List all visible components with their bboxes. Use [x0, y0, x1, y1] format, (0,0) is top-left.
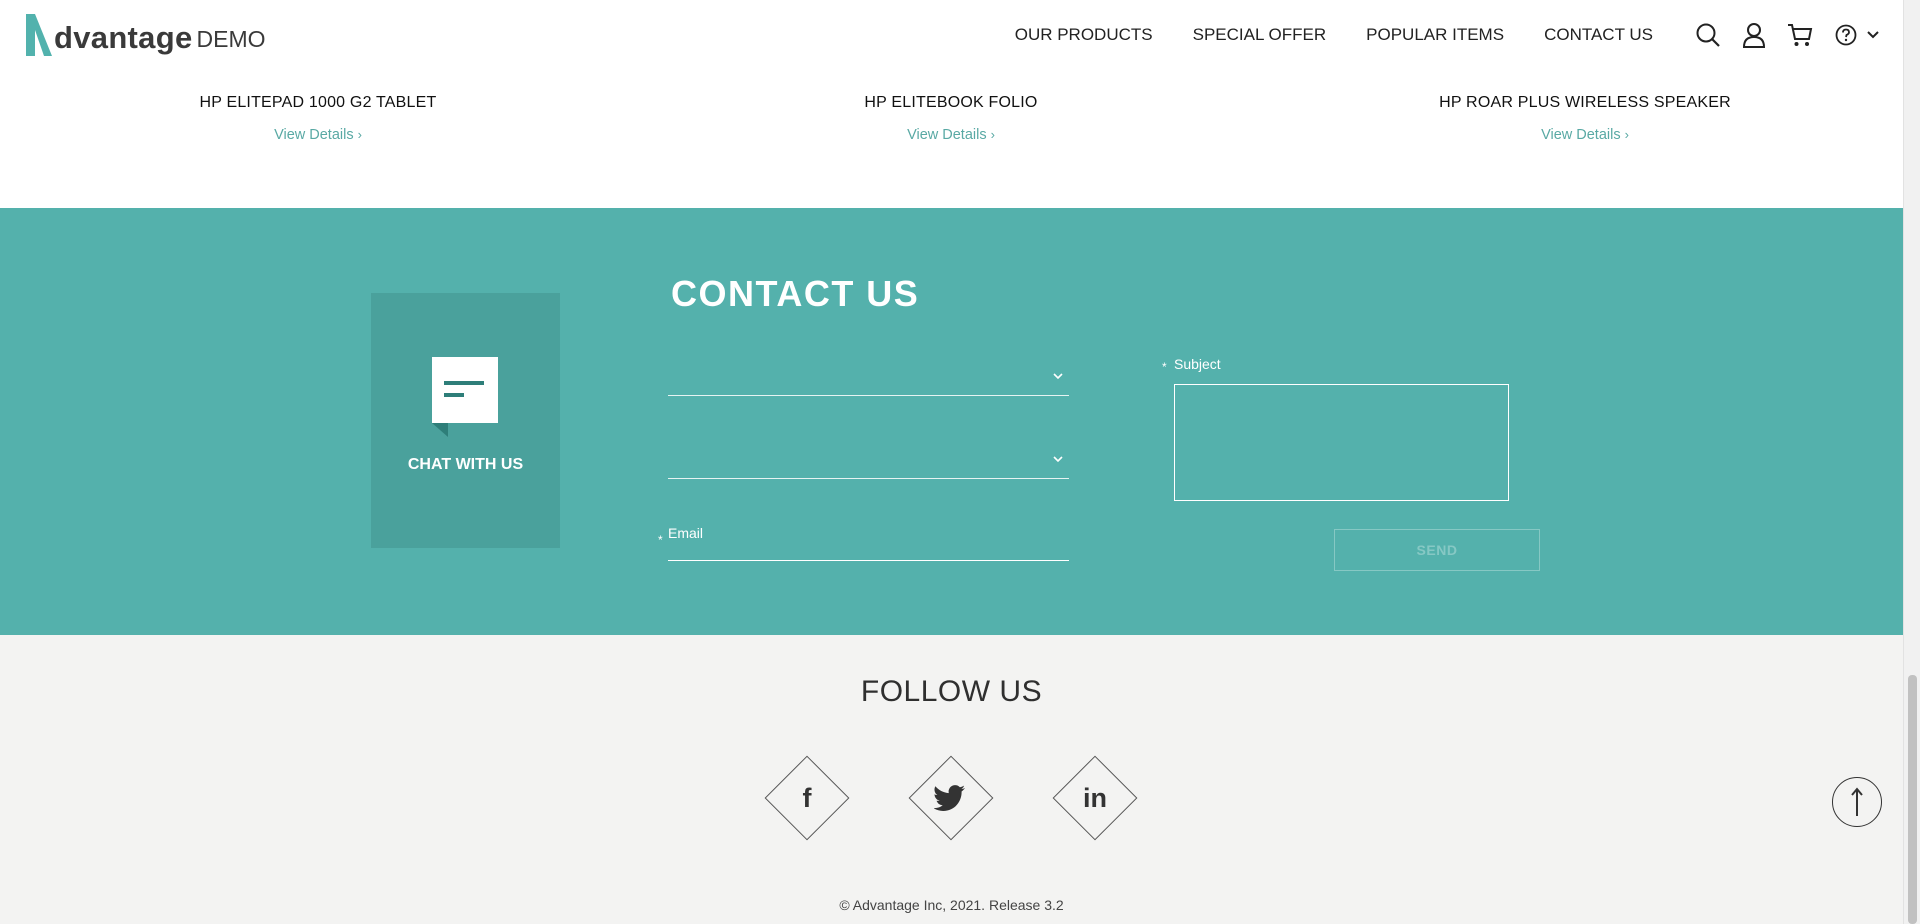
help-icon[interactable] — [1831, 20, 1861, 50]
nav-special-offer[interactable]: SPECIAL OFFER — [1193, 25, 1327, 45]
contact-section: CHAT WITH US CONTACT US * Email * Subjec… — [0, 208, 1903, 635]
advantage-logo[interactable]: dvantage DEMO — [22, 8, 266, 58]
product-name: HP ELITEPAD 1000 G2 TABLET — [199, 94, 437, 111]
product-select[interactable] — [668, 444, 1069, 479]
product-card: HP ROAR PLUS WIRELESS SPEAKER View Detai… — [1385, 94, 1785, 143]
chat-with-us-label: CHAT WITH US — [407, 456, 524, 473]
nav-popular-items[interactable]: POPULAR ITEMS — [1366, 25, 1504, 45]
nav-our-products[interactable]: OUR PRODUCTS — [1015, 25, 1153, 45]
site-header: dvantage DEMO OUR PRODUCTS SPECIAL OFFER… — [0, 0, 1903, 64]
send-button[interactable]: SEND — [1334, 529, 1540, 571]
product-card: HP ELITEPAD 1000 G2 TABLET View Details › — [118, 94, 518, 143]
product-card: HP ELITEBOOK FOLIO View Details › — [751, 94, 1151, 143]
chevron-down-icon — [1053, 456, 1063, 463]
chevron-down-icon — [1053, 373, 1063, 380]
logo-demo-text: DEMO — [196, 26, 266, 52]
facebook-link[interactable] — [764, 755, 850, 841]
search-icon[interactable] — [1693, 20, 1723, 50]
chevron-down-icon[interactable] — [1865, 20, 1881, 50]
scroll-to-top-button[interactable] — [1832, 777, 1882, 827]
linkedin-link[interactable] — [1052, 755, 1138, 841]
chat-with-us-button[interactable]: CHAT WITH US — [371, 293, 560, 548]
email-field[interactable] — [668, 516, 1069, 561]
chevron-right-icon: › — [1624, 127, 1629, 142]
category-select[interactable] — [668, 361, 1069, 396]
view-details-link[interactable]: View Details › — [1385, 127, 1785, 143]
scrollbar-thumb[interactable] — [1908, 675, 1917, 924]
required-mark: * — [658, 533, 663, 547]
arrow-up-icon — [1851, 787, 1863, 816]
product-name: HP ROAR PLUS WIRELESS SPEAKER — [1439, 94, 1731, 111]
logo-a-icon — [26, 14, 52, 56]
copyright-text: © Advantage Inc, 2021. Release 3.2 — [839, 897, 1064, 913]
view-details-label: View Details — [907, 127, 987, 143]
twitter-link[interactable] — [908, 755, 994, 841]
required-mark: * — [1162, 360, 1167, 374]
view-details-link[interactable]: View Details › — [118, 127, 518, 143]
contact-us-title: CONTACT US — [671, 273, 920, 314]
user-icon[interactable] — [1739, 20, 1769, 50]
logo-text: dvantage — [54, 20, 193, 55]
products-row: HP ELITEPAD 1000 G2 TABLET View Details ›… — [0, 64, 1903, 208]
page-scrollbar[interactable] — [1903, 0, 1920, 924]
main-nav: OUR PRODUCTS SPECIAL OFFER POPULAR ITEMS… — [1015, 20, 1903, 50]
view-details-label: View Details — [274, 127, 354, 143]
chevron-right-icon: › — [357, 127, 362, 142]
view-details-link[interactable]: View Details › — [751, 127, 1151, 143]
view-details-label: View Details — [1541, 127, 1621, 143]
product-name: HP ELITEBOOK FOLIO — [864, 94, 1038, 111]
follow-section: FOLLOW US f in © Advantage Inc, 2021. Re… — [0, 635, 1903, 924]
nav-contact-us[interactable]: CONTACT US — [1544, 25, 1653, 45]
subject-label: Subject — [1174, 356, 1221, 372]
subject-textarea[interactable] — [1174, 384, 1509, 501]
cart-icon[interactable] — [1785, 20, 1815, 50]
follow-us-title: FOLLOW US — [860, 675, 1043, 708]
chat-bubble-icon — [432, 357, 498, 437]
chevron-right-icon: › — [990, 127, 995, 142]
